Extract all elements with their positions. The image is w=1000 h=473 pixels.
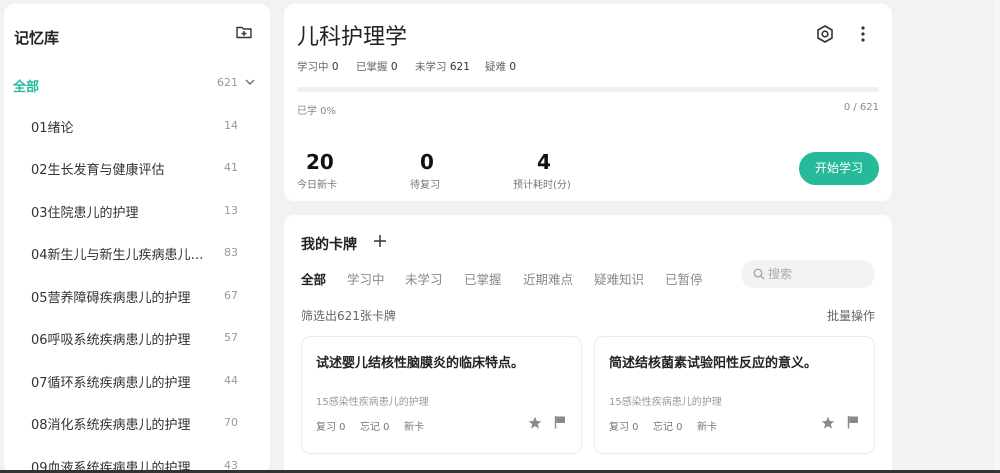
sidebar-item-label: 01绪论 (31, 121, 74, 136)
sidebar-item-count: 70 (224, 416, 238, 429)
stat-learning-label: 学习中 (297, 61, 329, 73)
memory-library-sidebar: 记忆库 全部 621 01绪论 14 02生长发育与健康评估 41 03住院患儿… (4, 4, 270, 473)
search-input[interactable] (768, 264, 868, 284)
card-forget-count: 忘记 0 (360, 422, 390, 433)
card-question: 试述婴儿结核性脑膜炎的临床特点。 (316, 356, 525, 371)
sidebar-item-count: 14 (224, 119, 238, 132)
sidebar-item-count: 44 (224, 374, 238, 387)
progress-count: 0 / 621 (843, 102, 879, 113)
sidebar-item-label: 03住院患儿的护理 (31, 206, 139, 221)
plus-icon[interactable] (373, 234, 387, 248)
tab-recent-hard[interactable]: 近期难点 (523, 269, 573, 288)
est-time-label: 预计耗时(分) (513, 180, 571, 191)
card-question: 简述结核菌素试验阳性反应的意义。 (609, 356, 818, 371)
sidebar-item-count: 621 (217, 76, 238, 89)
star-icon[interactable] (821, 416, 835, 430)
progress-label: 已学 0% (297, 106, 337, 117)
tab-learning[interactable]: 学习中 (347, 269, 385, 288)
sidebar-item-all[interactable]: 全部 621 (4, 63, 270, 105)
chevron-down-icon[interactable] (244, 76, 256, 88)
tab-all[interactable]: 全部 (301, 269, 326, 288)
card-forget-count: 忘记 0 (653, 422, 683, 433)
more-vertical-icon[interactable] (856, 23, 870, 45)
card-category: 15感染性疾病患儿的护理 (609, 397, 722, 408)
sidebar-item-count: 67 (224, 289, 238, 302)
sidebar-item-chapter[interactable]: 08消化系统疾病患儿的护理 70 (4, 401, 270, 443)
tab-difficult[interactable]: 疑难知识 (594, 269, 644, 288)
folder-plus-icon[interactable] (235, 23, 253, 41)
sidebar-item-label: 05营养障碍疾病患儿的护理 (31, 291, 191, 306)
sidebar-item-count: 57 (224, 331, 238, 344)
sidebar-title: 记忆库 (14, 29, 60, 47)
sidebar-item-label: 08消化系统疾病患儿的护理 (31, 418, 191, 433)
filter-result-text: 筛选出621张卡牌 (301, 309, 396, 323)
sidebar-item-label: 全部 (13, 80, 40, 95)
page-scrollbar[interactable] (994, 0, 1000, 473)
stat-unlearned-value: 621 (449, 61, 470, 73)
tab-mastered[interactable]: 已掌握 (464, 269, 502, 288)
sidebar-item-label: 02生长发育与健康评估 (31, 163, 165, 178)
cards-section-title: 我的卡牌 (301, 237, 357, 253)
flag-icon[interactable] (847, 415, 859, 429)
progress-bar (297, 87, 879, 92)
est-time-value: 4 (537, 150, 551, 174)
card-review-count: 复习 0 (316, 422, 346, 433)
card-review-count: 复习 0 (609, 422, 639, 433)
stat-mastered-label: 已掌握 (356, 61, 388, 73)
sidebar-item-chapter[interactable]: 04新生儿与新生儿疾病患儿的... 83 (4, 231, 270, 273)
sidebar-item-count: 83 (224, 246, 238, 259)
card-state: 新卡 (697, 422, 717, 433)
sidebar-item-label: 04新生儿与新生儿疾病患儿的... (31, 248, 211, 263)
new-today-value: 20 (306, 150, 334, 174)
stat-difficult: 疑难 0 (485, 59, 516, 74)
stat-difficult-value: 0 (509, 61, 517, 73)
sidebar-item-label: 07循环系统疾病患儿的护理 (31, 376, 191, 391)
deck-overview-panel: 儿科护理学 学习中 0 已掌握 0 未学习 621 疑难 0 已学 0% 0 /… (284, 4, 892, 201)
stat-learning: 学习中 0 (297, 59, 339, 74)
card-category: 15感染性疾病患儿的护理 (316, 397, 429, 408)
settings-icon[interactable] (814, 23, 836, 45)
tab-paused[interactable]: 已暂停 (665, 269, 703, 288)
sidebar-item-count: 41 (224, 161, 238, 174)
sidebar-item-count: 13 (224, 204, 238, 217)
tab-unlearned[interactable]: 未学习 (405, 269, 443, 288)
deck-title: 儿科护理学 (297, 25, 408, 50)
stat-unlearned-label: 未学习 (415, 61, 447, 73)
my-cards-panel: 我的卡牌 全部 学习中 未学习 已掌握 近期难点 疑难知识 已暂停 筛选出621… (284, 215, 892, 473)
sidebar-item-chapter[interactable]: 05营养障碍疾病患儿的护理 67 (4, 274, 270, 316)
flag-icon[interactable] (554, 415, 566, 429)
stat-difficult-label: 疑难 (485, 61, 506, 73)
stat-unlearned: 未学习 621 (415, 59, 470, 74)
batch-action-button[interactable]: 批量操作 (827, 307, 875, 324)
sidebar-item-chapter[interactable]: 09血液系统疾病患儿的护理 43 (4, 444, 270, 473)
new-today-label: 今日新卡 (297, 180, 337, 191)
to-review-label: 待复习 (410, 180, 440, 191)
search-icon (753, 268, 765, 280)
sidebar-item-chapter[interactable]: 01绪论 14 (4, 104, 270, 146)
star-icon[interactable] (528, 416, 542, 430)
search-box[interactable] (741, 260, 875, 288)
card-item[interactable]: 简述结核菌素试验阳性反应的意义。 15感染性疾病患儿的护理 复习 0 忘记 0 … (594, 336, 875, 454)
stat-learning-value: 0 (331, 61, 339, 73)
stat-mastered: 已掌握 0 (356, 59, 398, 74)
sidebar-item-chapter[interactable]: 02生长发育与健康评估 41 (4, 146, 270, 188)
sidebar-item-label: 06呼吸系统疾病患儿的护理 (31, 333, 191, 348)
start-learning-button[interactable]: 开始学习 (799, 152, 879, 185)
sidebar-item-chapter[interactable]: 03住院患儿的护理 13 (4, 189, 270, 231)
card-state: 新卡 (404, 422, 424, 433)
to-review-value: 0 (420, 150, 434, 174)
sidebar-item-chapter[interactable]: 07循环系统疾病患儿的护理 44 (4, 359, 270, 401)
stat-mastered-value: 0 (390, 61, 398, 73)
card-item[interactable]: 试述婴儿结核性脑膜炎的临床特点。 15感染性疾病患儿的护理 复习 0 忘记 0 … (301, 336, 582, 454)
sidebar-item-chapter[interactable]: 06呼吸系统疾病患儿的护理 57 (4, 316, 270, 358)
